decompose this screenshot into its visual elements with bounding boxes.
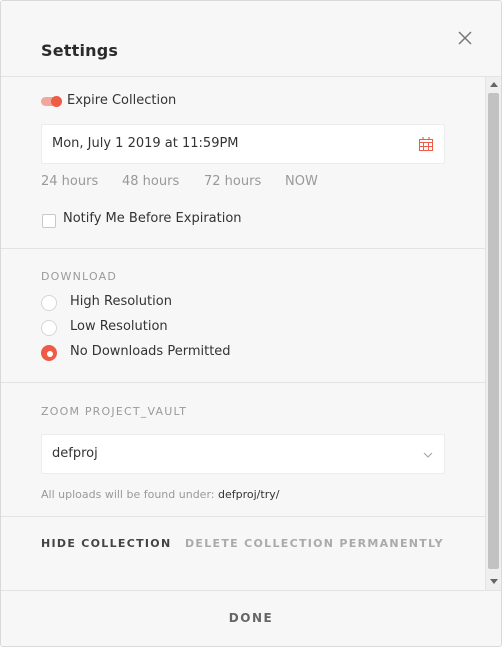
modal-footer: DONE [1,590,501,646]
modal-header: Settings [1,1,501,77]
expire-toggle-label: Expire Collection [67,93,177,108]
radio-high-resolution[interactable] [41,295,57,311]
radio-no-downloads[interactable] [41,345,57,361]
delete-collection-button[interactable]: DELETE COLLECTION PERMANENTLY [185,537,444,550]
quick-option-24-hours[interactable]: 24 hours [41,174,98,189]
radio-low-resolution[interactable] [41,320,57,336]
vault-select-value: defproj [52,446,98,461]
radio-label-low-resolution: Low Resolution [70,319,168,334]
vault-section: ZOOM PROJECT_VAULT defproj All uploads w… [1,383,485,517]
radio-label-high-resolution: High Resolution [70,294,172,309]
expire-section: Expire Collection Mon, July 1 2019 at 11… [1,77,485,249]
hide-collection-button[interactable]: HIDE COLLECTION [41,537,171,550]
done-button[interactable]: DONE [1,611,501,625]
vault-select[interactable]: defproj [41,434,445,474]
collection-actions: HIDE COLLECTION DELETE COLLECTION PERMAN… [1,517,485,590]
scrollbar-thumb[interactable] [488,93,499,569]
settings-modal: Settings Expire Collection Mon, July 1 2… [0,0,502,647]
expiration-date-field[interactable]: Mon, July 1 2019 at 11:59PM [41,124,445,164]
notify-label: Notify Me Before Expiration [63,211,242,226]
quick-option-48-hours[interactable]: 48 hours [122,174,179,189]
scroll-up-icon[interactable] [490,82,498,87]
expiration-date-value: Mon, July 1 2019 at 11:59PM [52,136,239,151]
notify-checkbox[interactable] [42,214,56,228]
close-icon[interactable] [456,29,474,47]
settings-scroll-area: Expire Collection Mon, July 1 2019 at 11… [1,77,485,590]
upload-note-prefix: All uploads will be found under: [41,488,215,501]
download-section-label: DOWNLOAD [41,270,118,283]
scroll-down-icon[interactable] [490,579,498,584]
vault-section-label: ZOOM PROJECT_VAULT [41,405,188,418]
vertical-scrollbar[interactable] [485,77,501,590]
quick-option-now[interactable]: NOW [285,174,318,189]
page-title: Settings [41,41,119,60]
quick-option-72-hours[interactable]: 72 hours [204,174,261,189]
expire-toggle[interactable] [41,96,62,107]
upload-path: defproj/try/ [218,488,280,501]
upload-location-note: All uploads will be found under: defproj… [41,488,279,501]
radio-label-no-downloads: No Downloads Permitted [70,344,231,359]
download-section: DOWNLOAD High Resolution Low Resolution … [1,249,485,383]
toggle-knob [51,96,62,107]
calendar-icon[interactable] [418,136,434,152]
chevron-down-icon [422,446,434,458]
